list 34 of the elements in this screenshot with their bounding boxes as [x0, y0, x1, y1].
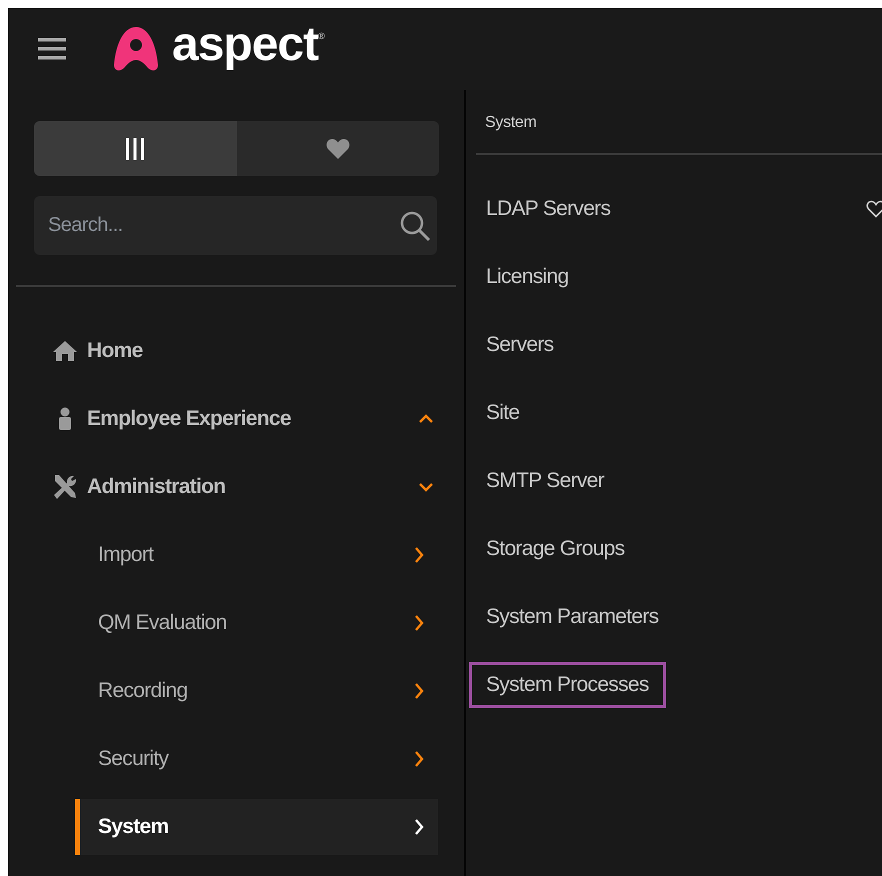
- registered-mark: ®: [318, 31, 325, 41]
- nav-subitem[interactable]: System: [75, 799, 438, 855]
- menu-link[interactable]: System Parameters: [486, 605, 882, 629]
- tools-icon: [52, 474, 78, 500]
- menu-icon[interactable]: [38, 37, 66, 61]
- chevron-icon: [412, 819, 426, 835]
- chevron-icon: [412, 683, 426, 699]
- search-field[interactable]: Search...: [34, 196, 437, 255]
- menu-link[interactable]: LDAP Servers: [486, 197, 866, 221]
- logo-icon: [112, 25, 160, 73]
- home-icon: [52, 340, 78, 362]
- menu-link[interactable]: Storage Groups: [486, 537, 882, 561]
- nav-subitem[interactable]: Import: [75, 521, 438, 589]
- menu-link[interactable]: Licensing: [486, 265, 882, 289]
- menu-link[interactable]: System Processes: [469, 662, 666, 708]
- heart-icon[interactable]: [866, 200, 882, 218]
- chevron-icon: [412, 547, 426, 563]
- panel-title: System: [484, 113, 538, 133]
- chevron-icon: [412, 615, 426, 631]
- search-input[interactable]: Search...: [46, 213, 399, 238]
- menu-link[interactable]: Site: [486, 401, 882, 425]
- nav-item[interactable]: Employee Experience: [8, 385, 464, 453]
- nav-item[interactable]: Home: [8, 317, 464, 385]
- nav-subitem[interactable]: Recording: [75, 657, 438, 725]
- menu-link[interactable]: SMTP Server: [486, 469, 882, 493]
- chevron-icon: [412, 751, 426, 767]
- heart-icon: [326, 138, 350, 160]
- nav-item[interactable]: Administration: [8, 453, 464, 521]
- logo-text: aspect: [172, 21, 318, 69]
- menu-link[interactable]: Servers: [486, 333, 882, 357]
- nav-subitem[interactable]: QM Evaluation: [75, 589, 438, 657]
- columns-icon: [125, 138, 146, 160]
- nav-subitem[interactable]: Security: [75, 725, 438, 793]
- search-icon[interactable]: [399, 210, 431, 242]
